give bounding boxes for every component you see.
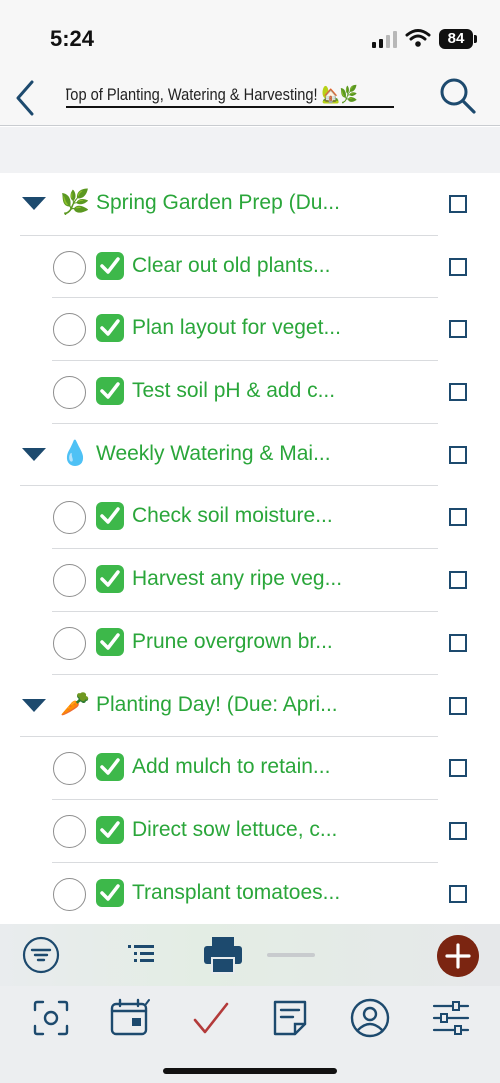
task-completion-circle[interactable] [53, 376, 86, 410]
add-icon[interactable] [437, 935, 479, 977]
task-row[interactable]: Direct sow lettuce, c... [0, 800, 500, 863]
task-checkbox[interactable] [449, 884, 467, 903]
check-mark-emoji-icon [96, 753, 124, 782]
section-label: Spring Garden Prep (Du... [96, 191, 340, 214]
task-label: Add mulch to retain... [132, 755, 331, 779]
cellular-signal-icon [372, 31, 397, 48]
outline-icon[interactable] [126, 941, 156, 969]
task-row[interactable]: Plan layout for veget... [0, 298, 500, 362]
notes-icon[interactable] [271, 998, 311, 1038]
section-row[interactable]: 🥕 Planting Day! (Due: Apri... [0, 675, 500, 738]
checkmark-icon[interactable] [191, 998, 231, 1038]
task-label: Check soil moisture... [132, 504, 333, 528]
task-label: Prune overgrown br... [132, 629, 333, 653]
section-checkbox[interactable] [449, 696, 467, 715]
task-checkbox[interactable] [449, 821, 467, 840]
task-completion-circle[interactable] [53, 626, 86, 660]
section-checkbox[interactable] [449, 445, 467, 464]
section-label: Planting Day! (Due: Apri... [96, 692, 338, 716]
section-label: Weekly Watering & Mai... [96, 441, 331, 465]
task-checkbox[interactable] [449, 571, 467, 590]
person-icon[interactable] [350, 998, 390, 1038]
task-row[interactable]: Prune overgrown br... [0, 612, 500, 675]
focus-icon[interactable] [31, 998, 71, 1038]
task-completion-circle[interactable] [53, 501, 86, 535]
status-time: 5:24 [50, 26, 95, 51]
bottom-toolbar [0, 924, 500, 986]
droplet-emoji-icon: 💧 [60, 439, 90, 467]
nav-header: Top of Planting, Watering & Harvesting! … [0, 70, 500, 126]
task-checkbox[interactable] [449, 633, 467, 652]
disclosure-triangle-icon[interactable] [22, 447, 46, 462]
herb-emoji-icon: 🌿 [60, 189, 90, 216]
task-checkbox[interactable] [449, 257, 467, 276]
task-label: Plan layout for veget... [132, 316, 341, 340]
check-mark-emoji-icon [96, 627, 124, 656]
task-row[interactable]: Harvest any ripe veg... [0, 549, 500, 612]
list-title-field[interactable]: Top of Planting, Watering & Harvesting! … [66, 84, 394, 108]
task-completion-circle[interactable] [53, 250, 86, 284]
task-completion-circle[interactable] [53, 877, 86, 911]
task-checkbox[interactable] [449, 320, 467, 339]
calendar-icon[interactable] [110, 998, 150, 1038]
print-icon[interactable] [203, 936, 243, 974]
task-label: Test soil pH & add c... [132, 379, 336, 403]
section-checkbox[interactable] [449, 195, 467, 213]
task-completion-circle[interactable] [53, 752, 86, 786]
wifi-icon [405, 29, 431, 47]
list-header-spacer [0, 127, 500, 173]
task-completion-circle[interactable] [53, 814, 86, 848]
task-completion-circle[interactable] [53, 313, 86, 347]
check-mark-emoji-icon [96, 251, 124, 280]
task-label: Transplant tomatoes... [132, 880, 341, 904]
home-indicator[interactable] [163, 1068, 337, 1074]
task-row[interactable]: Transplant tomatoes... [0, 863, 500, 926]
filter-icon[interactable] [22, 936, 60, 974]
disclosure-triangle-icon[interactable] [22, 197, 46, 211]
task-row[interactable]: Add mulch to retain... [0, 737, 500, 800]
task-label: Harvest any ripe veg... [132, 567, 343, 591]
search-icon[interactable] [438, 76, 478, 116]
check-mark-emoji-icon [96, 565, 124, 594]
chevron-left-icon[interactable] [8, 76, 44, 116]
check-mark-emoji-icon [96, 377, 124, 406]
battery-tip [474, 35, 477, 43]
task-completion-circle[interactable] [53, 564, 86, 598]
battery-icon: 84 [439, 29, 473, 49]
task-row[interactable]: Test soil pH & add c... [0, 361, 500, 424]
task-label: Direct sow lettuce, c... [132, 817, 338, 841]
carrot-emoji-icon: 🥕 [60, 690, 90, 718]
task-label: Clear out old plants... [132, 253, 331, 277]
check-mark-emoji-icon [96, 314, 124, 343]
task-row[interactable]: Check soil moisture... [0, 486, 500, 550]
task-list: 🌿 Spring Garden Prep (Du... Clear out ol… [0, 173, 500, 926]
drag-handle[interactable] [267, 953, 315, 957]
page-title: Top of Planting, Watering & Harvesting! … [66, 85, 359, 104]
check-mark-emoji-icon [96, 815, 124, 844]
section-row[interactable]: 🌿 Spring Garden Prep (Du... [0, 173, 500, 236]
check-mark-emoji-icon [96, 878, 124, 907]
task-checkbox[interactable] [449, 383, 467, 402]
status-bar: 5:24 84 [0, 0, 500, 70]
task-checkbox[interactable] [449, 508, 467, 527]
section-row[interactable]: 💧 Weekly Watering & Mai... [0, 424, 500, 487]
settings-sliders-icon[interactable] [431, 998, 471, 1038]
check-mark-emoji-icon [96, 502, 124, 531]
disclosure-triangle-icon[interactable] [22, 698, 46, 713]
tab-bar [0, 986, 500, 1083]
task-checkbox[interactable] [449, 759, 467, 778]
task-row[interactable]: Clear out old plants... [0, 236, 500, 299]
